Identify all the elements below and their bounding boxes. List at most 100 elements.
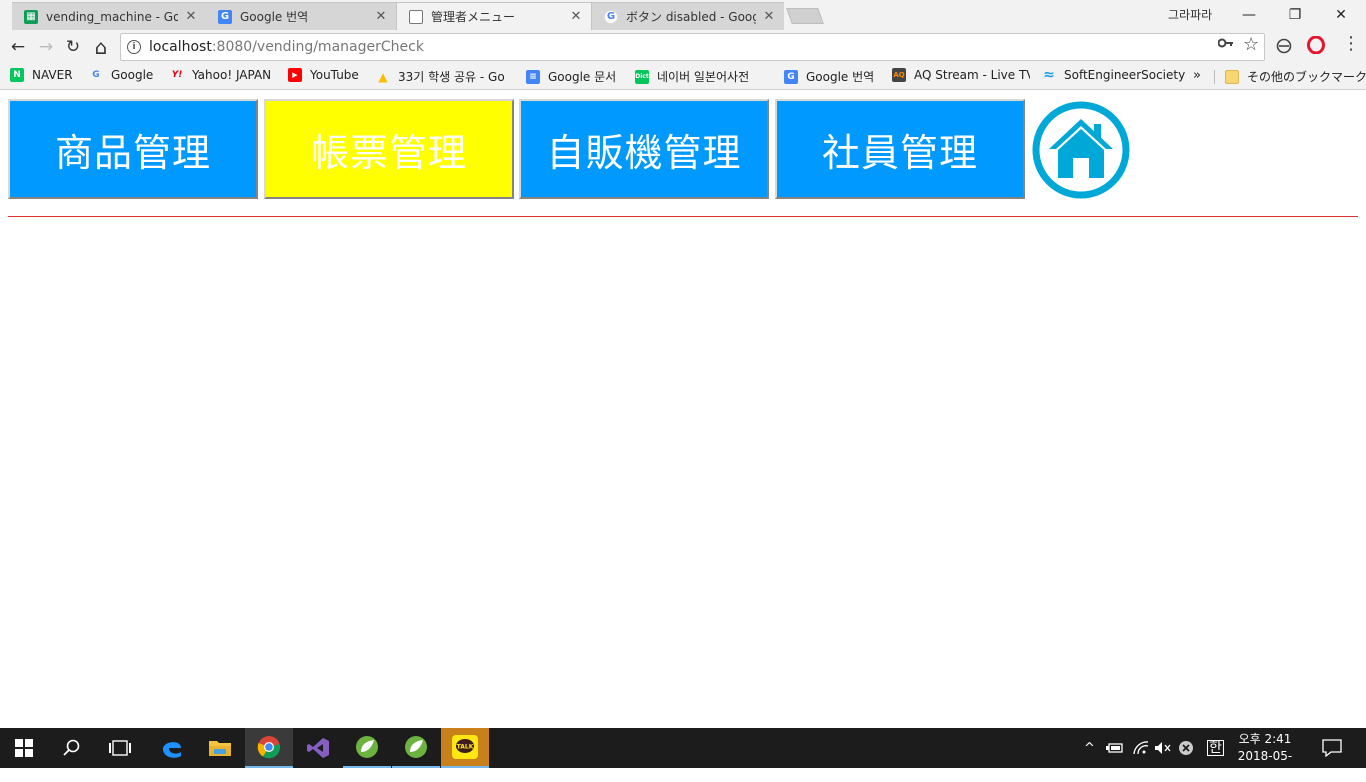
taskbar-kakaotalk[interactable]: TALK <box>441 728 489 768</box>
page-icon <box>409 9 423 24</box>
visual-studio-icon <box>307 738 329 758</box>
naver-icon: N <box>10 68 24 82</box>
taskbar-spring-tool-2[interactable] <box>392 728 440 768</box>
home-icon <box>1032 101 1130 199</box>
google-icon: G <box>604 9 618 24</box>
opera-icon[interactable] <box>1307 35 1325 58</box>
taskbar-edge[interactable] <box>148 728 196 768</box>
tab-manager-menu[interactable]: 管理者メニュー ✕ <box>396 2 592 30</box>
browser-tab-strip: ▦ vending_machine - Goo ✕ G Google 번역 ✕ … <box>0 0 1366 30</box>
bookmark-yahoo[interactable]: Y! Yahoo! JAPAN <box>170 68 271 82</box>
battery-icon[interactable] <box>1106 728 1124 768</box>
spring-icon <box>405 736 427 758</box>
bookmark-label: Google 문서 <box>548 70 617 84</box>
tab-google-translate[interactable]: G Google 번역 ✕ <box>206 2 396 30</box>
tab-title: vending_machine - Goo <box>46 9 178 24</box>
close-icon[interactable]: ✕ <box>184 9 198 24</box>
folder-icon <box>209 741 231 756</box>
restore-icon[interactable]: ❐ <box>1272 3 1318 27</box>
softengineer-icon: ≈ <box>1043 68 1055 82</box>
minimize-icon[interactable]: — <box>1226 3 1272 27</box>
tab-button-disabled[interactable]: G ボタン disabled - Googl ✕ <box>592 2 784 30</box>
report-management-button[interactable]: 帳票管理 <box>264 99 514 199</box>
bookmark-google-docs[interactable]: ≡ Google 문서 <box>526 68 616 85</box>
volume-muted-icon[interactable] <box>1154 728 1172 768</box>
bookmark-youtube[interactable]: ▶ YouTube <box>288 68 359 82</box>
close-icon[interactable]: ✕ <box>762 9 776 24</box>
windows-taskbar: TALK ^ 한 오후 2:41 2018-05-31 <box>0 728 1366 780</box>
action-center-icon[interactable] <box>1322 728 1342 768</box>
key-icon[interactable] <box>1217 37 1234 53</box>
tab-title: ボタン disabled - Googl <box>626 10 756 24</box>
task-view-icon <box>109 740 131 756</box>
page-content: 商品管理 帳票管理 自販機管理 社員管理 <box>0 91 1366 728</box>
search-button[interactable] <box>48 728 96 768</box>
bookmark-label: Yahoo! JAPAN <box>192 68 272 82</box>
dict-icon: Dict <box>635 69 649 84</box>
bookmark-label: SoftEngineerSociety <box>1064 68 1186 82</box>
home-nav-icon[interactable]: ⌂ <box>89 35 113 59</box>
tab-vending-machine[interactable]: ▦ vending_machine - Goo ✕ <box>12 2 206 30</box>
window-close-icon[interactable]: ✕ <box>1318 3 1364 27</box>
bookmark-label: Google 번역 <box>806 70 875 84</box>
tray-chevron-icon[interactable]: ^ <box>1084 728 1095 768</box>
notification-error-icon[interactable] <box>1178 728 1194 768</box>
sheets-icon: ▦ <box>24 9 38 24</box>
folder-icon <box>1225 69 1239 84</box>
url-host: localhost <box>149 39 212 55</box>
menu-icon[interactable]: ⋮ <box>1342 33 1360 54</box>
bookmark-label: Google <box>111 68 154 82</box>
close-icon[interactable]: ✕ <box>374 9 388 24</box>
bookmark-naver[interactable]: N NAVER <box>10 68 73 82</box>
profile-name[interactable]: 그라파라 <box>1168 6 1212 23</box>
bookmark-aq-stream[interactable]: AQ AQ Stream - Live TV <box>892 68 1030 82</box>
taskbar-visual-studio[interactable] <box>294 728 342 768</box>
back-icon[interactable]: ← <box>6 35 30 59</box>
product-management-button[interactable]: 商品管理 <box>8 99 258 199</box>
address-bar[interactable]: i localhost:8080/vending/managerCheck <box>120 33 1265 61</box>
bookmark-softengineer[interactable]: ≈ SoftEngineerSociety <box>1042 68 1185 82</box>
bookmarks-bar: N NAVER G Google Y! Yahoo! JAPAN ▶ YouTu… <box>0 64 1366 90</box>
clock-time: 오후 2:41 <box>1238 732 1292 746</box>
tab-title: 管理者メニュー <box>431 10 516 24</box>
bookmark-drive[interactable]: ▲ 33기 학생 공유 - Go <box>376 68 514 85</box>
taskbar-spring-tool-1[interactable] <box>343 728 391 768</box>
yahoo-icon: Y! <box>171 70 183 80</box>
bookmark-google-translate[interactable]: G Google 번역 <box>784 68 874 85</box>
drive-icon: ▲ <box>378 69 388 84</box>
bookmark-other[interactable]: その他のブックマーク <box>1225 68 1366 85</box>
new-tab-button[interactable] <box>786 8 824 24</box>
search-icon <box>63 739 80 756</box>
taskbar-file-explorer[interactable] <box>196 728 244 768</box>
wifi-icon[interactable] <box>1133 728 1149 768</box>
svg-text:TALK: TALK <box>457 744 474 751</box>
translate-icon: G <box>218 9 232 24</box>
extension-icon[interactable] <box>1276 38 1292 58</box>
bookmark-label: その他のブックマーク <box>1247 70 1366 84</box>
bookmark-star-icon[interactable]: ☆ <box>1243 34 1259 55</box>
vending-machine-management-button[interactable]: 自販機管理 <box>519 99 769 199</box>
taskbar-clock[interactable]: 오후 2:41 2018-05-31 <box>1232 731 1298 782</box>
clock-date: 2018-05-31 <box>1237 749 1293 780</box>
youtube-icon: ▶ <box>288 68 302 82</box>
windows-icon <box>15 739 33 757</box>
bookmarks-overflow[interactable]: » <box>1193 68 1201 83</box>
translate-icon: G <box>784 69 798 84</box>
aq-icon: AQ <box>892 68 906 82</box>
task-view-button[interactable] <box>96 728 144 768</box>
taskbar-chrome[interactable] <box>245 728 293 768</box>
bookmark-label: AQ Stream - Live TV <box>914 68 1030 82</box>
start-button[interactable] <box>0 728 48 768</box>
close-icon[interactable]: ✕ <box>569 9 583 24</box>
employee-management-button[interactable]: 社員管理 <box>775 99 1025 199</box>
info-icon[interactable]: i <box>127 40 141 54</box>
bookmark-google[interactable]: G Google <box>89 68 153 82</box>
reload-icon[interactable]: ↻ <box>61 35 85 59</box>
bookmark-naver-dict[interactable]: Dict 네이버 일본어사전 <box>635 68 771 85</box>
bookmark-label: YouTube <box>310 68 359 82</box>
forward-icon[interactable]: → <box>34 35 58 59</box>
ime-indicator[interactable]: 한 <box>1207 740 1224 756</box>
header-divider <box>8 216 1358 217</box>
bookmark-label: 네이버 일본어사전 <box>657 70 750 84</box>
home-button[interactable] <box>1031 100 1131 200</box>
